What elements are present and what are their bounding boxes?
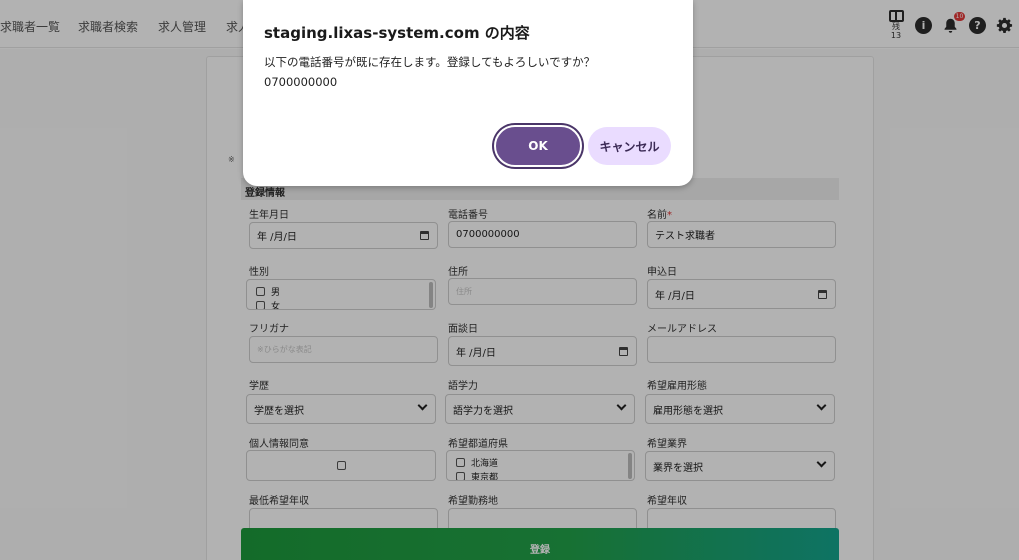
confirm-dialog: staging.lixas-system.com の内容 以下の電話番号が既に存…: [243, 0, 693, 186]
dialog-phone: 0700000000: [264, 75, 338, 89]
ok-button[interactable]: OK: [494, 125, 582, 167]
cancel-button[interactable]: キャンセル: [588, 127, 671, 165]
dialog-title: staging.lixas-system.com の内容: [264, 24, 530, 42]
dialog-message: 以下の電話番号が既に存在します。登録してもよろしいですか？: [264, 55, 596, 69]
